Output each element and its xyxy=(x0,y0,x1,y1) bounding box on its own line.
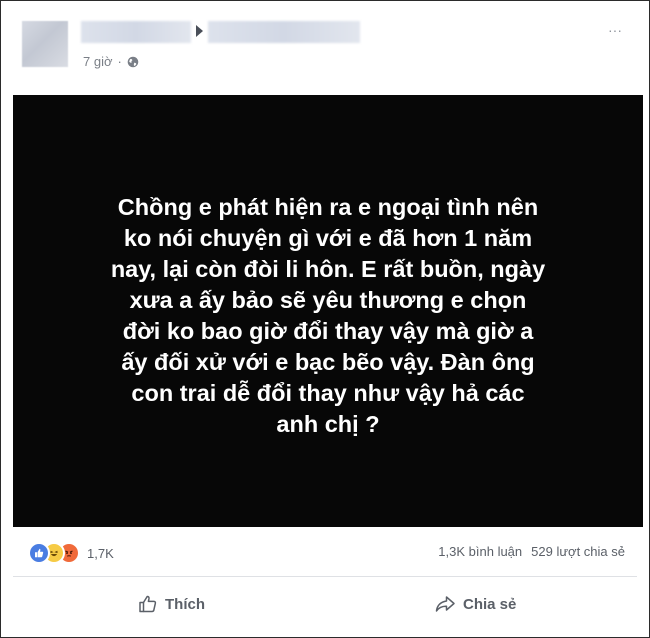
post-meta: 7 giờ · xyxy=(83,54,139,69)
thumbs-up-icon xyxy=(139,595,157,613)
reaction-count[interactable]: 1,7K xyxy=(87,546,114,561)
like-button-label: Thích xyxy=(165,595,205,613)
post-background: Chồng e phát hiện ra e ngoại tình nên ko… xyxy=(13,95,643,527)
facebook-post-card: ··· 7 giờ · Chồng e phát hiện ra e ngoại… xyxy=(0,0,650,638)
share-button-label: Chia sẻ xyxy=(463,595,517,613)
avatar[interactable] xyxy=(22,21,68,67)
share-count[interactable]: 529 lượt chia sẻ xyxy=(531,544,625,559)
globe-icon[interactable] xyxy=(127,56,139,68)
action-divider xyxy=(13,576,637,577)
share-arrow-icon xyxy=(435,596,455,612)
caret-right-icon xyxy=(196,25,203,37)
target-name-blurred[interactable] xyxy=(208,21,360,43)
post-time[interactable]: 7 giờ xyxy=(83,54,113,69)
like-button[interactable]: Thích xyxy=(138,594,205,614)
post-body-text: Chồng e phát hiện ra e ngoại tình nên ko… xyxy=(110,194,546,437)
meta-separator: · xyxy=(117,54,122,69)
post-options-button[interactable]: ··· xyxy=(608,23,622,37)
reactions-summary[interactable]: 1,7K xyxy=(28,542,114,564)
like-icon xyxy=(28,542,50,564)
engagement-stats: 1,3K bình luận 529 lượt chia sẻ xyxy=(438,544,625,559)
comment-count[interactable]: 1,3K bình luận xyxy=(438,544,522,559)
author-name-blurred[interactable] xyxy=(81,21,191,43)
share-button[interactable]: Chia sẻ xyxy=(434,594,516,614)
